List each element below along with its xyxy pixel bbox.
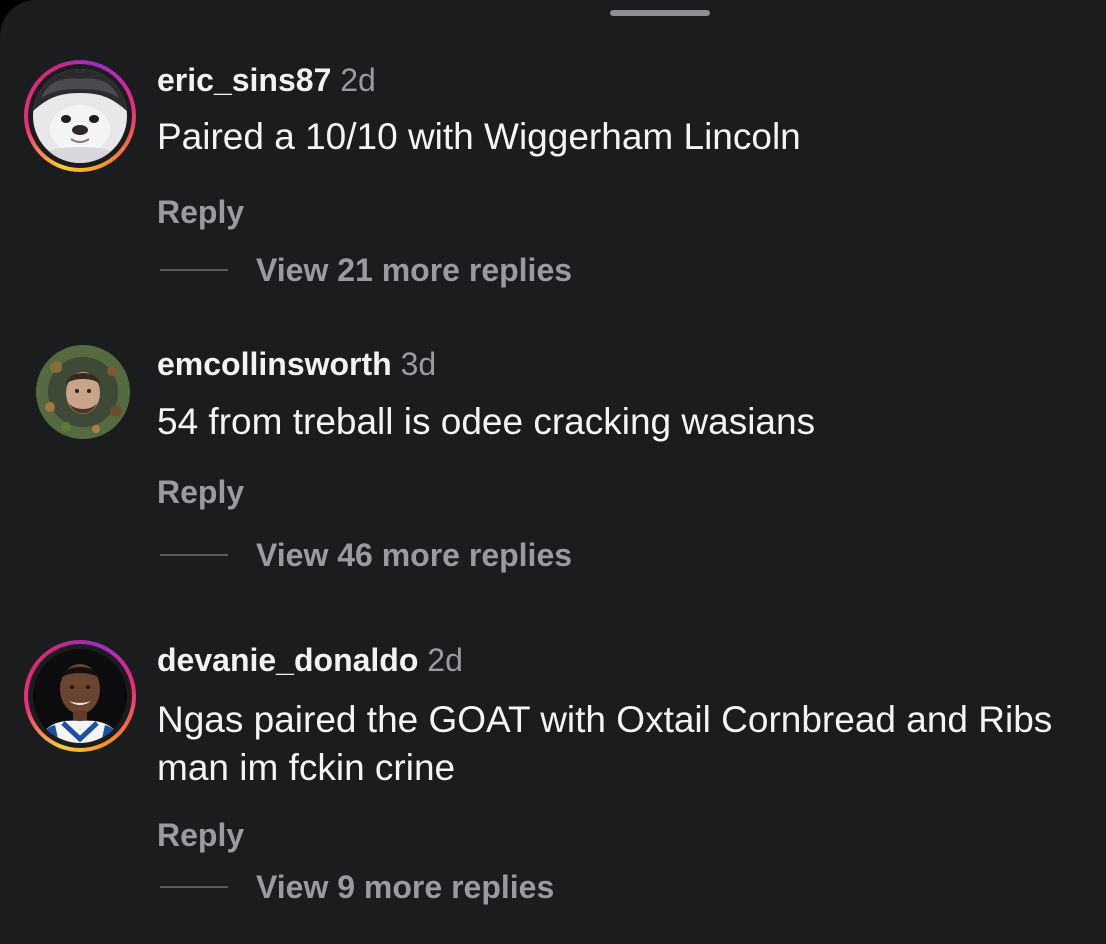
view-replies-label: View 9 more replies: [256, 869, 555, 905]
avatar[interactable]: [24, 640, 136, 752]
reply-button[interactable]: Reply: [157, 472, 244, 512]
view-replies-label: View 46 more replies: [256, 537, 573, 573]
replies-divider-line: [160, 886, 228, 888]
comments-sheet: eric_sins87 2d Paired a 10/10 with Wigge…: [0, 0, 1106, 944]
replies-divider-line: [160, 269, 228, 271]
comment-header: devanie_donaldo 2d: [157, 640, 463, 680]
avatar[interactable]: [24, 60, 136, 172]
comment-header: eric_sins87 2d: [157, 60, 376, 100]
avatar[interactable]: [36, 345, 130, 439]
username[interactable]: devanie_donaldo: [157, 642, 418, 678]
comment-timestamp: 3d: [400, 346, 437, 382]
reply-button[interactable]: Reply: [157, 192, 244, 232]
replies-divider-line: [160, 554, 228, 556]
view-replies-label: View 21 more replies: [256, 252, 573, 288]
comment-text: Ngas paired the GOAT with Oxtail Cornbre…: [157, 699, 1053, 788]
username[interactable]: eric_sins87: [157, 62, 331, 98]
reply-button[interactable]: Reply: [157, 815, 244, 855]
comment-text: 54 from treball is odee cracking wasians: [157, 401, 816, 442]
comment-timestamp: 2d: [340, 62, 376, 98]
comment-timestamp: 2d: [427, 642, 463, 678]
username[interactable]: emcollinsworth: [157, 346, 392, 382]
bulldog-photo-icon: [33, 69, 127, 163]
wreath-portrait-photo-icon: [36, 345, 130, 439]
player-portrait-photo-icon: [33, 649, 127, 743]
comment-text: Paired a 10/10 with Wiggerham Lincoln: [157, 116, 801, 157]
comment-header: emcollinsworth 3d: [157, 344, 436, 384]
sheet-drag-handle[interactable]: [610, 10, 710, 16]
